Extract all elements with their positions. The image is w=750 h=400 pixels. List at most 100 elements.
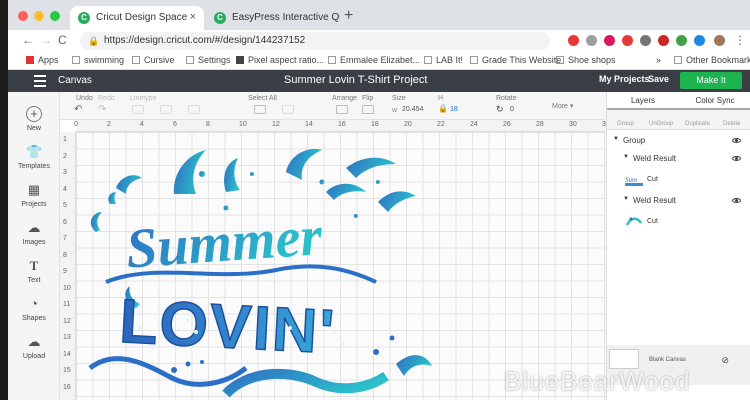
reload-button[interactable]: C [58,33,67,47]
new-button[interactable]: + New [8,106,60,132]
layer-cut-row-2[interactable]: Cut [607,214,750,234]
select-all-button[interactable] [254,105,266,114]
bookmark-shoe-shops[interactable]: Shoe shops [556,55,616,65]
height-input[interactable]: 18 [448,105,470,116]
rotate-input[interactable]: 0 [508,105,528,116]
flip-button[interactable] [362,105,374,114]
tab-cricut-design-space[interactable]: C Cricut Design Space × [70,6,204,30]
other-bookmarks[interactable]: Other Bookmarks [674,55,750,65]
extension-icon[interactable] [694,35,705,46]
new-tab-button[interactable]: + [344,7,353,25]
ruler-tick-label: 30 [569,121,577,128]
bookmark-pixel-aspect[interactable]: Pixel aspect ratio... [236,55,324,65]
menu-dots-icon[interactable]: ⋮ [734,33,746,47]
text-button[interactable]: T Text [8,258,60,284]
edit-button[interactable] [282,105,294,114]
ruler-tick-label: 12 [272,121,280,128]
bookmark-icon [236,56,244,64]
chevron-down-icon[interactable]: ▼ [623,196,629,202]
arrange-label: Arrange [332,95,357,102]
minimize-window-icon[interactable] [34,11,44,21]
ungroup-action[interactable]: UnGroup [649,121,673,127]
arrange-button[interactable] [336,105,348,114]
tab-color-sync[interactable]: Color Sync [679,94,750,108]
extension-icon[interactable] [658,35,669,46]
more-menu[interactable]: More ▾ [552,102,573,110]
layer-cut-row-1[interactable]: Sum Cut [607,172,750,192]
tab-easypress[interactable]: C EasyPress Interactive Quick Re [206,6,340,30]
bookmark-icon [470,56,478,64]
extension-icon[interactable] [586,35,597,46]
extension-icon[interactable] [640,35,651,46]
fill-dropdown[interactable] [160,105,172,114]
redo-label: Redo [98,95,115,102]
height-label: H [438,95,444,102]
ruler-tick-label: 1 [63,136,67,143]
eye-icon[interactable] [732,138,741,143]
redo-icon[interactable]: ↷ [98,104,106,115]
menu-icon[interactable] [34,75,46,87]
layer-operation: Cut [647,176,658,183]
eye-hidden-icon[interactable]: ⊘ [721,355,729,366]
layer-thumbnail-icon: Sum [625,176,643,186]
lock-icon[interactable]: 🔒 [438,104,448,113]
close-window-icon[interactable] [18,11,28,21]
chevron-down-icon[interactable]: ▼ [623,154,629,160]
folder-icon [674,56,682,64]
chevron-down-icon[interactable]: ▼ [613,136,619,142]
ruler-tick-label: 18 [371,121,379,128]
bookmark-icon [72,56,80,64]
eye-icon[interactable] [732,156,741,161]
bookmark-icon [424,56,432,64]
cricut-favicon-icon: C [78,12,90,24]
bookmark-cursive[interactable]: Cursive [132,55,175,65]
bookmark-lab-it[interactable]: LAB It! [424,55,463,65]
linetype-dropdown[interactable] [132,105,144,114]
bookmark-swimming[interactable]: swimming [72,55,124,65]
bookmarks-more[interactable]: » [656,55,661,65]
bookmark-settings[interactable]: Settings [186,55,231,65]
rotate-icon[interactable]: ↻ [496,104,504,115]
eye-icon[interactable] [732,198,741,203]
my-projects-link[interactable]: My Projects [599,74,650,84]
close-tab-icon[interactable]: × [190,11,196,23]
ruler-tick-label: 26 [503,121,511,128]
summer-lovin-artwork[interactable]: Summer LOVIN' [76,132,606,400]
bookmark-emmalee[interactable]: Emmalee Elizabet... [328,55,420,65]
ruler-tick-label: 15 [63,367,71,374]
shapes-button[interactable]: ◔ Shapes [8,296,60,322]
horizontal-ruler: 02468101214161820222426283032 [74,120,610,132]
projects-button[interactable]: ▦ Projects [8,182,60,208]
size-label: Size [392,95,406,102]
ruler-tick-label: 7 [63,235,67,242]
design-canvas[interactable]: Summer LOVIN' [76,132,606,400]
text-icon: T [29,258,39,273]
url-bar[interactable]: 🔒 https://design.cricut.com/#/design/144… [80,32,550,50]
shapes-icon: ◔ [30,296,38,311]
layer-name: Weld Result [633,154,676,163]
duplicate-action[interactable]: Duplicate [685,121,710,127]
undo-icon[interactable]: ↶ [74,104,82,115]
make-it-button[interactable]: Make It [680,72,742,89]
templates-button[interactable]: 👕 Templates [8,144,60,170]
forward-button[interactable]: → [40,33,52,47]
maximize-window-icon[interactable] [50,11,60,21]
ruler-tick-label: 8 [63,251,67,259]
upload-button[interactable]: ☁ Upload [8,334,60,360]
ruler-tick-label: 5 [63,202,67,209]
tab-layers[interactable]: Layers [607,94,679,108]
bookmark-apps[interactable]: Apps [26,55,59,65]
extension-icon[interactable] [622,35,633,46]
extension-icon[interactable] [676,35,687,46]
group-action[interactable]: Group [617,121,634,127]
delete-action[interactable]: Delete [723,121,740,127]
width-input[interactable]: 20.454 [400,105,430,116]
material-colors-dropdown[interactable] [188,105,200,114]
avatar[interactable] [714,35,725,46]
images-button[interactable]: ☁ Images [8,220,60,246]
save-link[interactable]: Save [648,74,669,84]
back-button[interactable]: ← [22,33,34,47]
pinterest-icon[interactable] [604,35,615,46]
bookmark-grade-website[interactable]: Grade This Website [470,55,561,65]
extension-icon[interactable] [568,35,579,46]
